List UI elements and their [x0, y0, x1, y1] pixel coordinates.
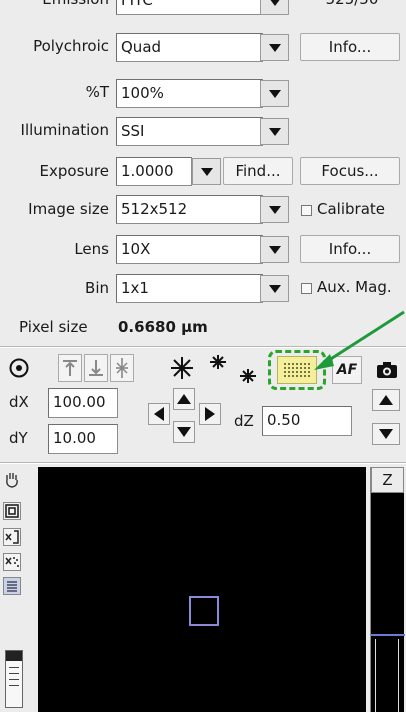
star-center-icon[interactable] [168, 354, 196, 382]
pixel-size-label: Pixel size [19, 318, 88, 336]
center-stack-icon[interactable] [110, 354, 134, 382]
illumination-dropdown[interactable] [260, 118, 289, 145]
bin-field[interactable]: 1x1 [116, 274, 263, 303]
z-up-button[interactable] [372, 389, 400, 411]
image-size-dropdown[interactable] [260, 196, 289, 223]
dy-field[interactable]: 10.00 [48, 424, 118, 454]
bin-dropdown[interactable] [260, 275, 289, 302]
emission-wavelength: 525/50 [300, 0, 400, 15]
polychroic-dropdown[interactable] [260, 34, 289, 61]
polychroic-info-button[interactable]: Info... [300, 33, 400, 61]
aux-mag-label: Aux. Mag. [317, 278, 392, 296]
dx-field[interactable]: 100.00 [48, 388, 118, 418]
move-top-icon[interactable] [58, 354, 82, 382]
clear-points-icon[interactable] [3, 553, 21, 571]
percent-t-label: %T [85, 83, 109, 101]
star-top-icon[interactable] [204, 352, 232, 380]
percent-t-dropdown[interactable] [260, 80, 289, 107]
target-icon[interactable] [6, 354, 32, 382]
side-slider[interactable] [5, 650, 23, 708]
image-size-label: Image size [28, 200, 109, 218]
image-viewer[interactable] [38, 467, 366, 712]
crop-x-icon[interactable] [3, 528, 21, 546]
hand-pan-icon[interactable] [3, 470, 21, 488]
stage-down-button[interactable] [173, 421, 195, 443]
calibrate-checkbox[interactable] [301, 205, 312, 216]
illumination-field[interactable]: SSI [116, 117, 263, 146]
polychroic-field[interactable]: Quad [116, 33, 263, 62]
lens-dropdown[interactable] [260, 236, 289, 263]
emission-field[interactable]: FITC [116, 0, 263, 15]
calibrate-label: Calibrate [317, 200, 385, 218]
z-label: Z [382, 471, 393, 489]
z-panel[interactable]: Z [370, 467, 405, 712]
z-track [375, 639, 399, 712]
move-bottom-icon[interactable] [84, 354, 108, 382]
bin-label: Bin [85, 279, 109, 297]
aux-mag-checkbox[interactable] [301, 283, 312, 294]
image-size-field[interactable]: 512x512 [116, 195, 263, 224]
exposure-field[interactable]: 1.0000 [116, 157, 192, 186]
exposure-dropdown[interactable] [192, 158, 221, 185]
illumination-label: Illumination [20, 121, 109, 139]
pixel-size-value: 0.6680 µm [118, 318, 208, 336]
percent-t-field[interactable]: 100% [116, 79, 263, 108]
z-panel-header: Z [371, 467, 404, 493]
emission-dropdown[interactable] [260, 0, 289, 15]
polychroic-label: Polychroic [33, 37, 109, 55]
roi-rectangle[interactable] [189, 596, 219, 626]
dx-label: dX [9, 393, 29, 411]
roi-frame-icon[interactable] [3, 502, 21, 520]
separator [0, 462, 406, 464]
exposure-label: Exposure [39, 162, 109, 180]
focus-button[interactable]: Focus... [300, 157, 400, 185]
z-position-line [371, 634, 405, 636]
dy-label: dY [9, 429, 28, 447]
stage-left-button[interactable] [148, 403, 170, 425]
stage-right-button[interactable] [199, 403, 221, 425]
lens-field[interactable]: 10X [116, 235, 263, 264]
find-button[interactable]: Find... [223, 157, 293, 185]
dz-field[interactable]: 0.50 [262, 406, 352, 436]
star-bottom-icon[interactable] [234, 358, 262, 386]
stage-up-button[interactable] [173, 388, 195, 410]
emission-label: Emission [42, 0, 109, 8]
list-icon[interactable] [3, 577, 21, 595]
lens-label: Lens [74, 240, 109, 258]
lens-info-button[interactable]: Info... [300, 235, 400, 263]
pointer-arrow [314, 310, 405, 370]
z-down-button[interactable] [372, 423, 400, 445]
dz-label: dZ [234, 412, 254, 430]
